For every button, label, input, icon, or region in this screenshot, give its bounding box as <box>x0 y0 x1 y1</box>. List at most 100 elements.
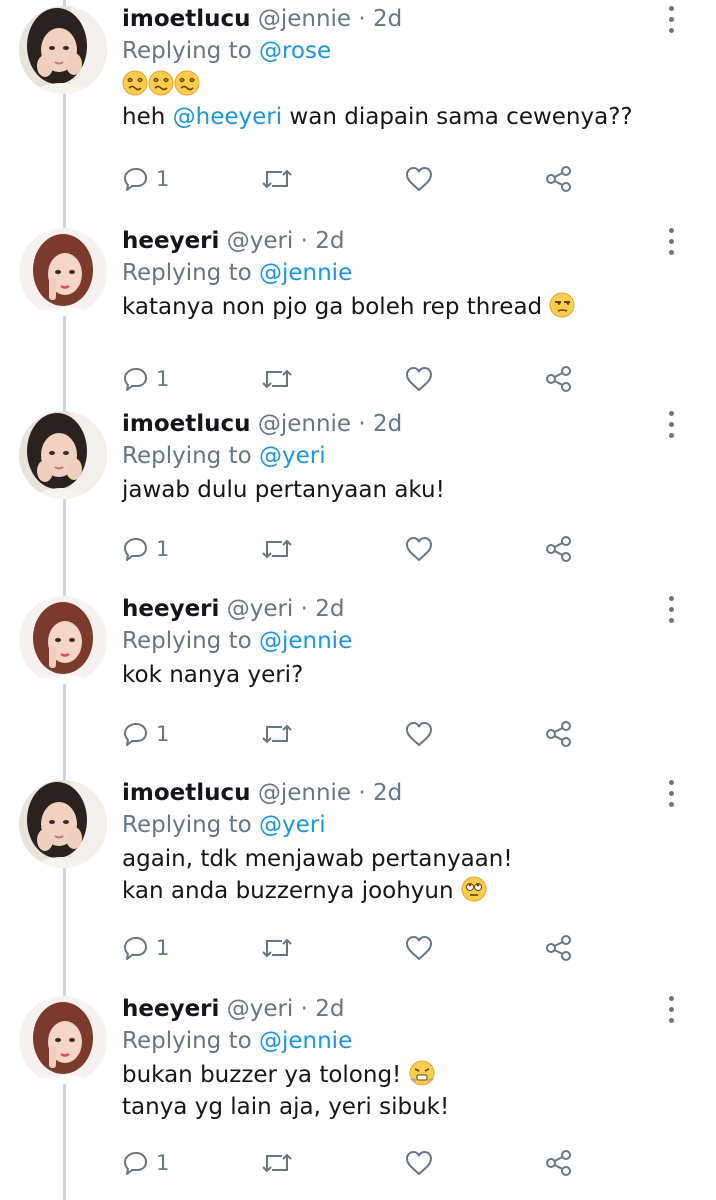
more-options-icon[interactable] <box>666 228 678 258</box>
retweet-button[interactable] <box>260 931 294 965</box>
display-name[interactable]: imoetlucu <box>122 6 251 32</box>
like-button[interactable] <box>404 931 434 965</box>
tweet-content: heeyeri @yeri · 2d Replying to @jennie kat… <box>122 226 662 323</box>
display-name[interactable]: heeyeri <box>122 596 219 622</box>
timestamp[interactable]: 2d <box>315 596 344 622</box>
menu-dot <box>669 780 674 785</box>
reply-button[interactable]: 1 <box>122 1146 169 1180</box>
replying-to: Replying to @yeri <box>122 809 662 841</box>
tweet-text: heh @heeyeri wan diapain sama cewenya?? <box>122 69 662 133</box>
tweet-content: imoetlucu @jennie · 2d Replying to @yeri a… <box>122 778 662 907</box>
user-handle[interactable]: @jennie <box>258 411 351 437</box>
tweet[interactable]: imoetlucu @jennie · 2d Replying to @rose h… <box>0 0 716 202</box>
replying-to-mention[interactable]: @yeri <box>259 443 326 469</box>
user-handle[interactable]: @jennie <box>258 780 351 806</box>
heart-icon <box>404 934 434 962</box>
tweet-header: imoetlucu @jennie · 2d <box>122 409 662 440</box>
tweet-text-line: kok nanya yeri? <box>122 659 662 691</box>
user-handle[interactable]: @jennie <box>258 6 351 32</box>
timestamp[interactable]: 2d <box>373 6 402 32</box>
reply-button[interactable]: 1 <box>122 931 169 965</box>
replying-to-mention[interactable]: @jennie <box>259 260 352 286</box>
like-button[interactable] <box>404 532 434 566</box>
like-button[interactable] <box>404 162 434 196</box>
avatar[interactable] <box>19 411 107 499</box>
reply-count: 1 <box>156 936 170 960</box>
text-segment: tanya yg lain aja, yeri sibuk! <box>122 1094 450 1120</box>
separator: · <box>300 228 308 254</box>
share-icon <box>544 165 574 193</box>
retweet-button[interactable] <box>260 1146 294 1180</box>
replying-to-mention[interactable]: @jennie <box>259 1028 352 1054</box>
reply-thread: imoetlucu @jennie · 2d Replying to @rose h… <box>0 0 716 1200</box>
user-handle[interactable]: @yeri <box>227 228 294 254</box>
share-button[interactable] <box>544 931 574 965</box>
reply-button[interactable]: 1 <box>122 532 169 566</box>
replying-label: Replying to <box>122 812 252 838</box>
replying-label: Replying to <box>122 1028 252 1054</box>
display-name[interactable]: imoetlucu <box>122 411 251 437</box>
share-button[interactable] <box>544 362 574 396</box>
replying-label: Replying to <box>122 38 252 64</box>
tweet[interactable]: heeyeri @yeri · 2d Replying to @jennie kok… <box>0 590 716 757</box>
timestamp[interactable]: 2d <box>373 780 402 806</box>
more-options-icon[interactable] <box>666 596 678 626</box>
retweet-button[interactable] <box>260 162 294 196</box>
tweet-text-line: again, tdk menjawab pertanyaan! <box>122 843 662 875</box>
tweet-text-line: heh @heeyeri wan diapain sama cewenya?? <box>122 101 662 133</box>
replying-to-mention[interactable]: @rose <box>259 38 331 64</box>
more-options-icon[interactable] <box>666 6 678 36</box>
avatar[interactable] <box>19 228 107 316</box>
tweet-text: kok nanya yeri? <box>122 659 662 691</box>
more-options-icon[interactable] <box>666 996 678 1026</box>
user-handle[interactable]: @yeri <box>227 996 294 1022</box>
menu-dot <box>669 996 674 1001</box>
reply-button[interactable]: 1 <box>122 717 169 751</box>
more-options-icon[interactable] <box>666 411 678 441</box>
avatar[interactable] <box>19 596 107 684</box>
display-name[interactable]: heeyeri <box>122 996 219 1022</box>
retweet-button[interactable] <box>260 717 294 751</box>
menu-dot <box>669 250 674 255</box>
mention-link[interactable]: @heeyeri <box>173 104 283 130</box>
timestamp[interactable]: 2d <box>373 411 402 437</box>
retweet-button[interactable] <box>260 532 294 566</box>
share-button[interactable] <box>544 1146 574 1180</box>
reply-button[interactable]: 1 <box>122 162 169 196</box>
heart-icon <box>404 165 434 193</box>
user-handle[interactable]: @yeri <box>227 596 294 622</box>
like-button[interactable] <box>404 717 434 751</box>
share-button[interactable] <box>544 717 574 751</box>
share-button[interactable] <box>544 532 574 566</box>
display-name[interactable]: heeyeri <box>122 228 219 254</box>
menu-dot <box>669 239 674 244</box>
tweet-text-line: kan anda buzzernya joohyun <box>122 875 662 907</box>
heart-icon <box>404 1149 434 1177</box>
replying-to: Replying to @jennie <box>122 1025 662 1057</box>
text-segment: kok nanya yeri? <box>122 662 304 688</box>
like-button[interactable] <box>404 1146 434 1180</box>
timestamp[interactable]: 2d <box>315 228 344 254</box>
avatar[interactable] <box>19 996 107 1084</box>
avatar[interactable] <box>19 780 107 868</box>
timestamp[interactable]: 2d <box>315 996 344 1022</box>
tweet[interactable]: heeyeri @yeri · 2d Replying to @jennie kat… <box>0 222 716 402</box>
reply-button[interactable]: 1 <box>122 362 169 396</box>
like-button[interactable] <box>404 362 434 396</box>
replying-label: Replying to <box>122 443 252 469</box>
tweet-header: heeyeri @yeri · 2d <box>122 994 662 1025</box>
display-name[interactable]: imoetlucu <box>122 780 251 806</box>
menu-dot <box>669 802 674 807</box>
reply-count: 1 <box>156 167 170 191</box>
menu-dot <box>669 607 674 612</box>
replying-to-mention[interactable]: @yeri <box>259 812 326 838</box>
tweet[interactable]: imoetlucu @jennie · 2d Replying to @yeri j… <box>0 405 716 572</box>
replying-to-mention[interactable]: @jennie <box>259 628 352 654</box>
share-button[interactable] <box>544 162 574 196</box>
retweet-button[interactable] <box>260 362 294 396</box>
tweet[interactable]: imoetlucu @jennie · 2d Replying to @yeri a… <box>0 774 716 971</box>
tweet[interactable]: heeyeri @yeri · 2d Replying to @jennie buk… <box>0 990 716 1186</box>
tweet-content: imoetlucu @jennie · 2d Replying to @rose h… <box>122 4 662 133</box>
avatar[interactable] <box>19 6 107 94</box>
more-options-icon[interactable] <box>666 780 678 810</box>
